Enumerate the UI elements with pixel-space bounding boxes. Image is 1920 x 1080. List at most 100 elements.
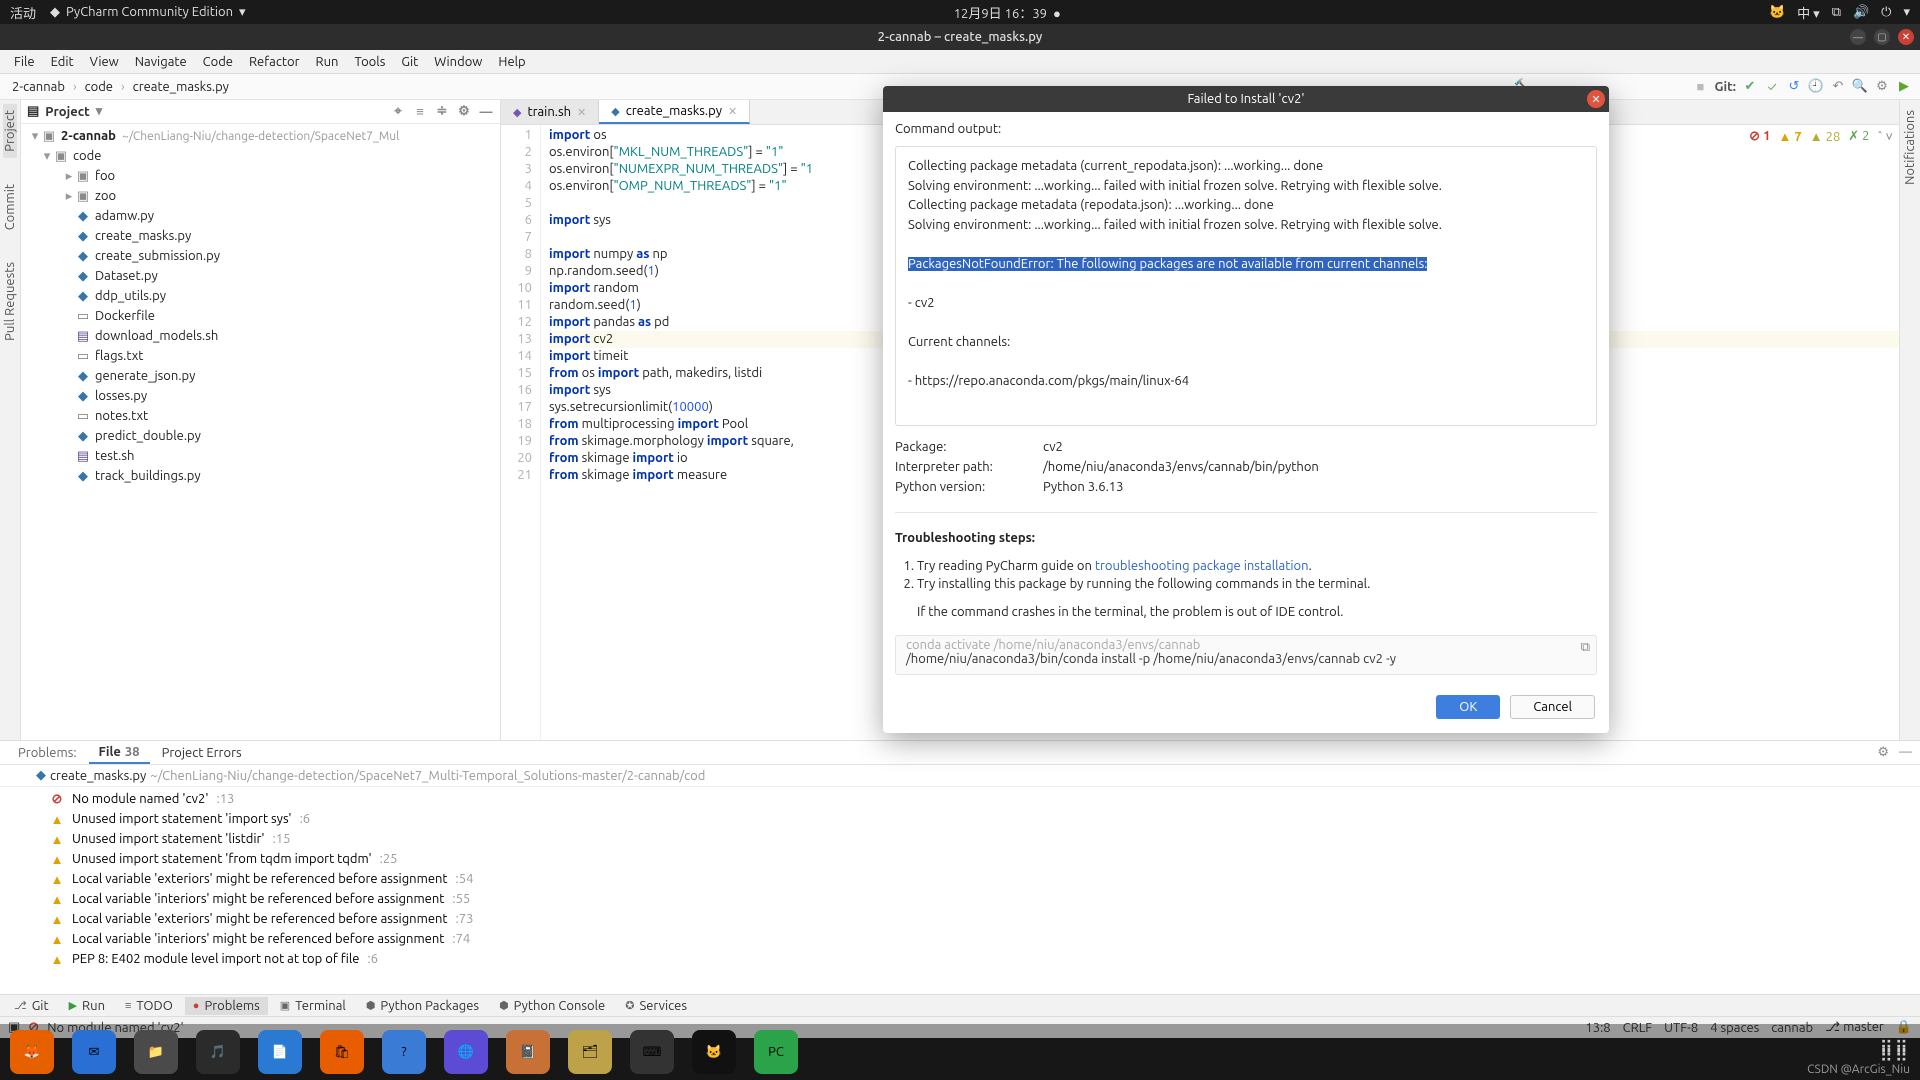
tree-node[interactable]: ◆ddp_utils.py (21, 286, 500, 306)
dock-terminal[interactable]: ⌨ (630, 1030, 674, 1074)
troubleshoot-link[interactable]: troubleshooting package installation (1095, 559, 1309, 573)
breadcrumb-segment[interactable]: create_masks.py (129, 79, 233, 95)
editor-tab[interactable]: ◆train.sh✕ (501, 100, 599, 124)
tree-node[interactable]: ◆losses.py (21, 386, 500, 406)
problem-item[interactable]: ▲Local variable 'interiors' might be ref… (0, 929, 1920, 949)
tree-node[interactable]: ▤download_models.sh (21, 326, 500, 346)
problems-tab-project-errors[interactable]: Project Errors (152, 743, 252, 763)
tool-window-run[interactable]: ▶Run (61, 997, 113, 1015)
tree-node[interactable]: ▭flags.txt (21, 346, 500, 366)
dock-pycharm[interactable]: PC (754, 1030, 798, 1074)
dock-writer[interactable]: 📄 (258, 1030, 302, 1074)
problem-item[interactable]: ▲PEP 8: E402 module level import not at … (0, 949, 1920, 969)
tree-node[interactable]: ◆create_masks.py (21, 226, 500, 246)
tree-node[interactable]: ◆adamw.py (21, 206, 500, 226)
git-history-icon[interactable]: 🕘 (1808, 79, 1824, 95)
tree-node[interactable]: ▾▣code (21, 146, 500, 166)
git-commit-icon[interactable]: ✔ (1742, 79, 1758, 95)
dock-show-apps[interactable]: ⠿⠿⠿⠿ (1880, 1044, 1910, 1060)
rail-commit[interactable]: Commit (3, 178, 17, 236)
menu-refactor[interactable]: Refactor (241, 52, 308, 72)
editor-tab[interactable]: ◆create_masks.py✕ (599, 100, 750, 124)
cancel-button[interactable]: Cancel (1510, 695, 1595, 719)
volume-icon[interactable]: 🔊 (1853, 5, 1869, 20)
inspection-widget[interactable]: ⊘ 1 ▲ 7 ▲ 28 ✗ 2 ˆ ˅ (1745, 127, 1897, 146)
ok-button[interactable]: OK (1436, 695, 1500, 719)
menu-view[interactable]: View (82, 52, 127, 72)
select-opened-file-icon[interactable]: ⌖ (390, 104, 406, 119)
tree-node[interactable]: ▾▣2-cannab~/ChenLiang-Niu/change-detecti… (21, 126, 500, 146)
dock-rhythmbox[interactable]: 🎵 (196, 1030, 240, 1074)
problem-item[interactable]: ▲Local variable 'exteriors' might be ref… (0, 869, 1920, 889)
editor-gutter[interactable]: 123456789101112131415161718192021 (501, 125, 541, 740)
input-method-indicator[interactable]: 中 ▾ (1797, 3, 1820, 22)
tree-node[interactable]: ▸▣zoo (21, 186, 500, 206)
tray-icon[interactable]: 🐱 (1769, 5, 1785, 20)
dock-app2[interactable]: 🗂 (568, 1030, 612, 1074)
menu-code[interactable]: Code (195, 52, 241, 72)
tree-node[interactable]: ◆Dataset.py (21, 266, 500, 286)
menu-file[interactable]: File (6, 52, 43, 72)
tool-window-problems[interactable]: ●Problems (185, 997, 268, 1015)
dock-files[interactable]: 📁 (134, 1030, 178, 1074)
problem-item[interactable]: ⊘No module named 'cv2':13 (0, 789, 1920, 809)
dock-software[interactable]: 🛍 (320, 1030, 364, 1074)
tree-node[interactable]: ▭Dockerfile (21, 306, 500, 326)
menu-tools[interactable]: Tools (346, 52, 393, 72)
ide-settings-icon[interactable]: ⚙ (1874, 79, 1890, 95)
tree-node[interactable]: ◆generate_json.py (21, 366, 500, 386)
power-icon[interactable]: ⏻ (1881, 5, 1891, 20)
problem-item[interactable]: ▲Unused import statement 'import sys':6 (0, 809, 1920, 829)
tool-window-git[interactable]: ⎇Git (6, 997, 57, 1015)
focused-app[interactable]: ◆ PyCharm Community Edition ▾ (50, 5, 246, 20)
command-box[interactable]: conda activate /home/niu/anaconda3/envs/… (895, 635, 1597, 675)
close-tab-icon[interactable]: ✕ (577, 106, 586, 119)
dock-app1[interactable]: 📓 (506, 1030, 550, 1074)
window-close-button[interactable]: ✕ (1898, 29, 1914, 45)
window-maximize-button[interactable]: ▢ (1874, 29, 1890, 45)
activities-button[interactable]: 活动 (10, 3, 36, 22)
collapse-all-icon[interactable]: ≑ (434, 104, 450, 119)
git-rollback-icon[interactable]: ↶ (1830, 79, 1846, 95)
command-output-box[interactable]: Collecting package metadata (current_rep… (895, 146, 1597, 426)
dock-firefox[interactable]: 🦊 (10, 1030, 54, 1074)
search-everywhere-icon[interactable]: 🔍 (1852, 79, 1868, 95)
menu-edit[interactable]: Edit (43, 52, 82, 72)
rail-pull-requests[interactable]: Pull Requests (3, 256, 17, 347)
rail-notifications[interactable]: Notifications (1903, 104, 1917, 191)
expand-all-icon[interactable]: ≡ (412, 104, 428, 119)
tool-window-services[interactable]: ✪Services (617, 997, 695, 1015)
problem-item[interactable]: ▲Unused import statement 'from tqdm impo… (0, 849, 1920, 869)
dock-thunderbird[interactable]: ✉ (72, 1030, 116, 1074)
problem-item[interactable]: ▲Local variable 'interiors' might be ref… (0, 889, 1920, 909)
rail-project[interactable]: Project (3, 104, 17, 158)
tool-window-terminal[interactable]: ▣Terminal (272, 997, 354, 1015)
network-icon[interactable]: ⧉ (1832, 5, 1841, 20)
tool-window-python-console[interactable]: ⬢Python Console (491, 997, 613, 1015)
project-settings-icon[interactable]: ⚙ (456, 104, 472, 119)
copy-command-icon[interactable]: ⧉ (1581, 640, 1590, 655)
tool-window-python-packages[interactable]: ⬢Python Packages (358, 997, 487, 1015)
menu-window[interactable]: Window (426, 52, 490, 72)
run-anything-icon[interactable]: ▶ (1896, 79, 1912, 95)
tree-node[interactable]: ▭notes.txt (21, 406, 500, 426)
dock-help[interactable]: ? (382, 1030, 426, 1074)
breadcrumb-segment[interactable]: 2-cannab (8, 79, 69, 95)
git-push-icon[interactable]: ✓ (1764, 79, 1780, 95)
tool-window-todo[interactable]: ≡TODO (117, 997, 181, 1015)
tree-node[interactable]: ▸▣foo (21, 166, 500, 186)
problems-settings-icon[interactable]: ⚙ (1877, 745, 1889, 760)
problems-tab-file[interactable]: File38 (89, 742, 150, 764)
tree-node[interactable]: ◆create_submission.py (21, 246, 500, 266)
hide-tool-window-icon[interactable]: — (478, 105, 494, 119)
problems-file-path[interactable]: ◆ create_masks.py ~/ChenLiang-Niu/change… (0, 765, 1920, 787)
problem-item[interactable]: ▲Local variable 'exteriors' might be ref… (0, 909, 1920, 929)
tree-node[interactable]: ▤test.sh (21, 446, 500, 466)
stop-icon[interactable]: ■ (1692, 79, 1708, 95)
git-update-icon[interactable]: ↺ (1786, 79, 1802, 95)
breadcrumb-segment[interactable]: code (81, 79, 117, 95)
tree-node[interactable]: ◆track_buildings.py (21, 466, 500, 486)
menu-help[interactable]: Help (490, 52, 533, 72)
clock[interactable]: 12月9日 16：39 (954, 7, 1047, 21)
close-tab-icon[interactable]: ✕ (728, 105, 737, 118)
